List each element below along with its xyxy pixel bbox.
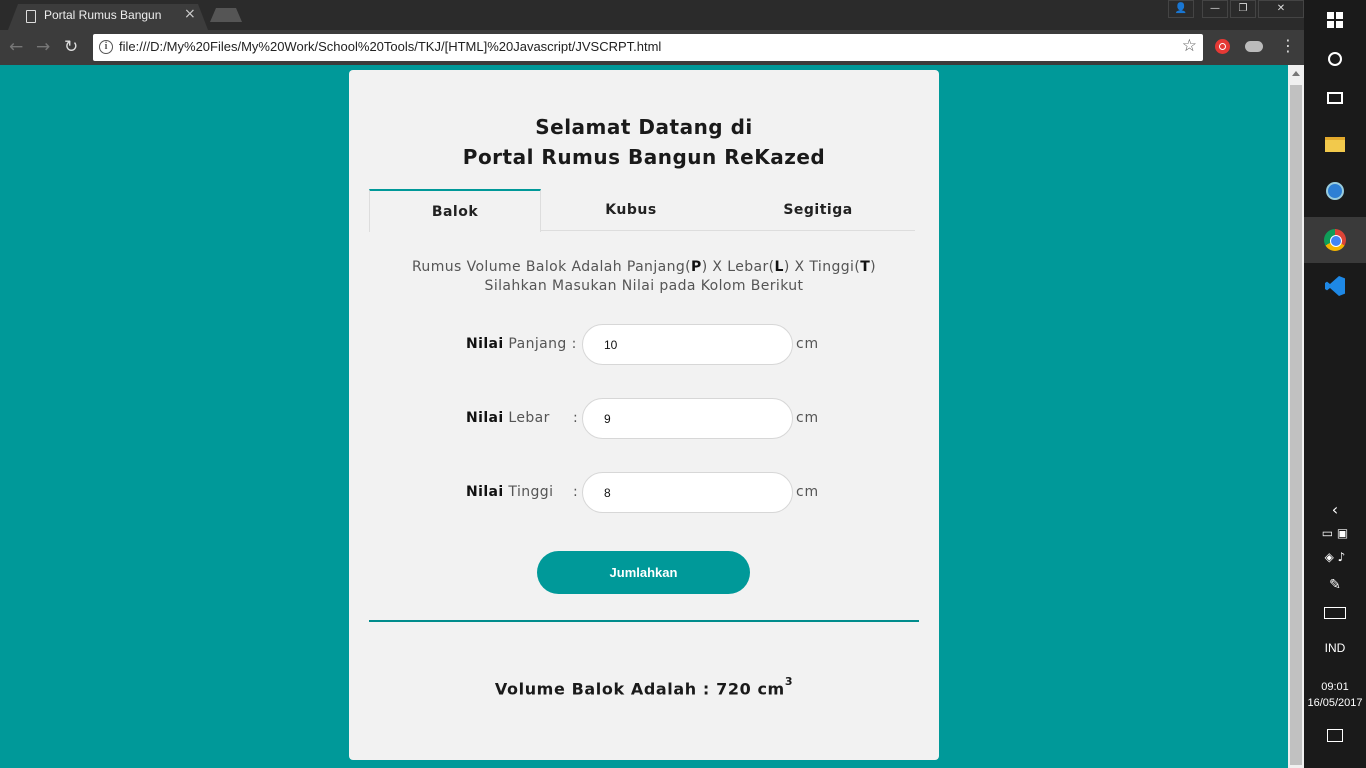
browser-toolbar: ← → ↻ i file:///D:/My%20Files/My%20Work/… bbox=[0, 30, 1304, 65]
close-window-button[interactable]: ✕ bbox=[1258, 0, 1304, 18]
result-divider bbox=[369, 620, 919, 622]
pen-icon[interactable]: ✎ bbox=[1304, 577, 1366, 593]
vscode-icon[interactable] bbox=[1304, 276, 1366, 296]
forward-arrow-icon[interactable]: → bbox=[36, 37, 50, 57]
shape-tabs: Balok Kubus Segitiga bbox=[369, 189, 915, 232]
page-scrollbar[interactable] bbox=[1288, 65, 1304, 768]
lebar-colon: : bbox=[573, 410, 578, 426]
notification-icon[interactable] bbox=[1304, 729, 1366, 742]
page-icon bbox=[26, 10, 36, 23]
globe-icon[interactable] bbox=[1304, 182, 1366, 200]
result-text: Volume Balok Adalah : 720 cm3 bbox=[494, 675, 794, 699]
lebar-label: Nilai Lebar bbox=[466, 410, 550, 426]
tab-kubus[interactable]: Kubus bbox=[541, 189, 721, 231]
tab-balok[interactable]: Balok bbox=[369, 189, 541, 232]
lebar-input[interactable] bbox=[582, 398, 793, 439]
panjang-unit: cm bbox=[796, 336, 819, 352]
page-title: Selamat Datang di Portal Rumus Bangun Re… bbox=[349, 112, 939, 172]
restore-button[interactable]: ❐ bbox=[1230, 0, 1256, 18]
tab-title: Portal Rumus Bangun bbox=[44, 8, 162, 22]
tab-segitiga[interactable]: Segitiga bbox=[721, 189, 915, 231]
menu-dots-icon[interactable]: ⋮ bbox=[1280, 36, 1296, 56]
panjang-input[interactable] bbox=[582, 324, 793, 365]
security-volume-icon[interactable]: ◈ ♪ bbox=[1304, 550, 1366, 564]
new-tab-button[interactable] bbox=[210, 8, 242, 22]
tinggi-colon: : bbox=[573, 484, 578, 500]
field-row-tinggi: Nilai Tinggi : cm bbox=[349, 472, 939, 514]
clock-time: 09:01 bbox=[1321, 681, 1349, 693]
browser-titlebar: Portal Rumus Bangun × 👤 — ❐ ✕ bbox=[0, 0, 1304, 30]
extension-icon-opera[interactable] bbox=[1215, 39, 1230, 54]
scroll-up-icon[interactable] bbox=[1292, 71, 1300, 76]
clock[interactable]: 09:01 16/05/2017 bbox=[1304, 679, 1366, 711]
scroll-thumb[interactable] bbox=[1290, 85, 1302, 765]
field-row-lebar: Nilai Lebar : cm bbox=[349, 398, 939, 440]
panjang-label: Nilai Panjang : bbox=[466, 336, 577, 352]
language-indicator[interactable]: IND bbox=[1304, 641, 1366, 655]
task-view-icon[interactable] bbox=[1304, 92, 1366, 104]
field-row-panjang: Nilai Panjang : cm bbox=[349, 324, 939, 366]
title-line-2: Portal Rumus Bangun ReKazed bbox=[462, 145, 826, 169]
page-viewport: Selamat Datang di Portal Rumus Bangun Re… bbox=[0, 65, 1288, 768]
cortana-icon[interactable] bbox=[1304, 52, 1366, 66]
address-bar[interactable]: i file:///D:/My%20Files/My%20Work/School… bbox=[93, 34, 1203, 61]
formula-description: Rumus Volume Balok Adalah Panjang(P) X L… bbox=[349, 258, 939, 296]
back-arrow-icon[interactable]: ← bbox=[9, 37, 23, 57]
clock-date: 16/05/2017 bbox=[1307, 697, 1363, 709]
title-line-1: Selamat Datang di bbox=[535, 115, 753, 139]
instruction-line: Silahkan Masukan Nilai pada Kolom Beriku… bbox=[484, 278, 804, 294]
battery-network-icon[interactable]: ▭ ▣ bbox=[1304, 526, 1366, 540]
url-text[interactable]: file:///D:/My%20Files/My%20Work/School%2… bbox=[119, 39, 661, 54]
touch-keyboard-icon[interactable] bbox=[1304, 607, 1366, 619]
formula-line: Rumus Volume Balok Adalah Panjang(P) X L… bbox=[411, 259, 877, 275]
windows-taskbar: ‹ ▭ ▣ ◈ ♪ ✎ IND 09:01 16/05/2017 bbox=[1304, 0, 1366, 768]
window-controls: 👤 — ❐ ✕ bbox=[1166, 0, 1304, 20]
show-hidden-icons-chevron-icon[interactable]: ‹ bbox=[1304, 500, 1366, 519]
extension-icon-cloud[interactable] bbox=[1245, 41, 1263, 52]
browser-tab[interactable]: Portal Rumus Bangun × bbox=[8, 4, 208, 30]
star-icon[interactable]: ☆ bbox=[1182, 36, 1197, 56]
info-icon[interactable]: i bbox=[99, 40, 113, 54]
reload-icon[interactable]: ↻ bbox=[64, 37, 78, 57]
tinggi-label: Nilai Tinggi bbox=[466, 484, 554, 500]
tinggi-unit: cm bbox=[796, 484, 819, 500]
file-explorer-icon[interactable] bbox=[1304, 137, 1366, 152]
minimize-button[interactable]: — bbox=[1202, 0, 1228, 18]
user-profile-button[interactable]: 👤 bbox=[1168, 0, 1194, 18]
tinggi-input[interactable] bbox=[582, 472, 793, 513]
windows-start-icon[interactable] bbox=[1304, 8, 1366, 32]
jumlahkan-button[interactable]: Jumlahkan bbox=[537, 551, 750, 594]
lebar-unit: cm bbox=[796, 410, 819, 426]
main-card: Selamat Datang di Portal Rumus Bangun Re… bbox=[349, 70, 939, 760]
chrome-icon[interactable] bbox=[1304, 217, 1366, 263]
tab-close-icon[interactable]: × bbox=[184, 6, 196, 22]
